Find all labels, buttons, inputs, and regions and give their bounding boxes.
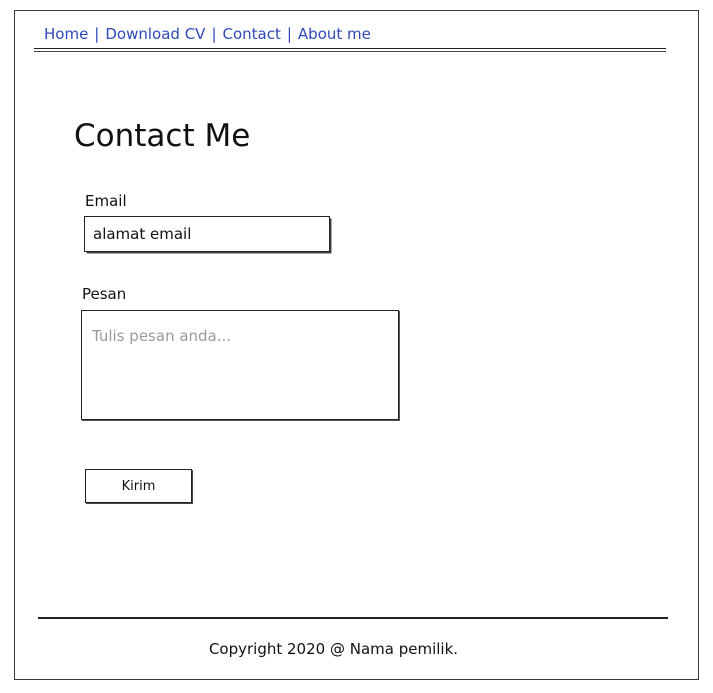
nav-divider [34,48,666,49]
page-title: Contact Me [74,118,251,154]
nav-link-download-cv[interactable]: Download CV [105,25,205,43]
copyright-text: Copyright 2020 @ Nama pemilik. [208,640,459,658]
email-label: Email [85,192,127,210]
email-field[interactable] [85,217,329,251]
nav-link-contact[interactable]: Contact [223,25,281,43]
message-field[interactable] [82,311,398,419]
nav-divider-shadow [34,51,666,52]
nav-link-home[interactable]: Home [44,25,88,43]
nav-separator: | [94,25,100,43]
nav-link-about-me[interactable]: About me [298,25,371,43]
message-label: Pesan [82,285,127,303]
top-nav: Home | Download CV | Contact | About me [44,25,371,43]
footer-divider [38,617,668,619]
message-field-box [81,310,399,420]
nav-separator: | [286,25,292,43]
send-button[interactable]: Kirim [85,469,192,503]
footer: Copyright 2020 @ Nama pemilik. [0,640,713,658]
email-field-box [84,216,330,252]
nav-separator: | [211,25,217,43]
